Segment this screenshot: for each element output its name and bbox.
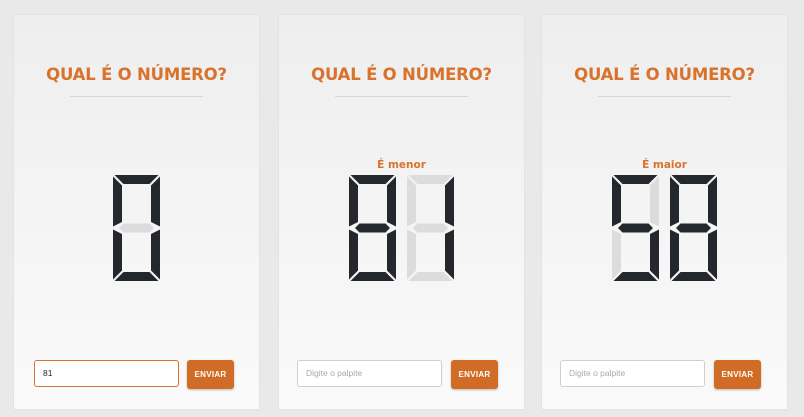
page-title: QUAL É O NÚMERO? (574, 65, 755, 84)
segment-a (613, 175, 658, 184)
title-divider (335, 96, 468, 97)
segment-f (113, 176, 122, 227)
game-card-3: QUAL É O NÚMERO? É maior Digite o palpit… (541, 14, 788, 410)
title-divider (70, 96, 203, 97)
segment-f (612, 176, 621, 227)
segment-e (612, 229, 621, 280)
segment-c (151, 229, 160, 280)
segment-b (708, 176, 717, 227)
segment-b (650, 176, 659, 227)
segment-d (671, 272, 716, 281)
segment-f (349, 176, 358, 227)
guess-input-placeholder: Digite o palpite (569, 368, 626, 378)
page-title: QUAL É O NÚMERO? (46, 65, 227, 84)
hint-text: É maior (642, 159, 687, 171)
segment-e (349, 229, 358, 280)
segment-e (113, 229, 122, 280)
app-stage: QUAL É O NÚMERO? 81 ENVIAR QUAL É O NÚME… (0, 0, 804, 417)
segment-digit (670, 175, 717, 281)
segment-e (670, 229, 679, 280)
segment-d (408, 272, 453, 281)
hint-text: É menor (377, 159, 426, 171)
segment-b (445, 176, 454, 227)
segment-digit (113, 175, 160, 281)
segment-g (413, 223, 448, 233)
game-card-2: QUAL É O NÚMERO? É menor Digite o palpit… (278, 14, 525, 410)
segment-c (387, 229, 396, 280)
guess-input-placeholder: Digite o palpite (306, 368, 363, 378)
segment-display (278, 175, 525, 281)
guess-input[interactable]: 81 (34, 360, 179, 387)
segment-digit (407, 175, 454, 281)
guess-input[interactable]: Digite o palpite (297, 360, 442, 387)
segment-digit (349, 175, 396, 281)
segment-a (671, 175, 716, 184)
segment-d (350, 272, 395, 281)
segment-d (114, 272, 159, 281)
segment-b (151, 176, 160, 227)
segment-a (114, 175, 159, 184)
segment-c (445, 229, 454, 280)
game-card-1: QUAL É O NÚMERO? 81 ENVIAR (13, 14, 260, 410)
segment-display (541, 175, 788, 281)
segment-d (613, 272, 658, 281)
segment-f (670, 176, 679, 227)
segment-g (618, 223, 653, 233)
segment-a (350, 175, 395, 184)
segment-a (408, 175, 453, 184)
segment-c (708, 229, 717, 280)
send-button[interactable]: ENVIAR (451, 360, 498, 389)
title-divider (598, 96, 731, 97)
segment-c (650, 229, 659, 280)
segment-digit (612, 175, 659, 281)
send-button[interactable]: ENVIAR (187, 360, 234, 389)
segment-g (355, 223, 390, 233)
guess-input-value: 81 (43, 368, 53, 378)
page-title: QUAL É O NÚMERO? (311, 65, 492, 84)
guess-input[interactable]: Digite o palpite (560, 360, 705, 387)
segment-b (387, 176, 396, 227)
segment-display (13, 175, 260, 281)
segment-g (676, 223, 711, 233)
segment-f (407, 176, 416, 227)
segment-e (407, 229, 416, 280)
segment-g (119, 223, 154, 233)
send-button[interactable]: ENVIAR (714, 360, 761, 389)
